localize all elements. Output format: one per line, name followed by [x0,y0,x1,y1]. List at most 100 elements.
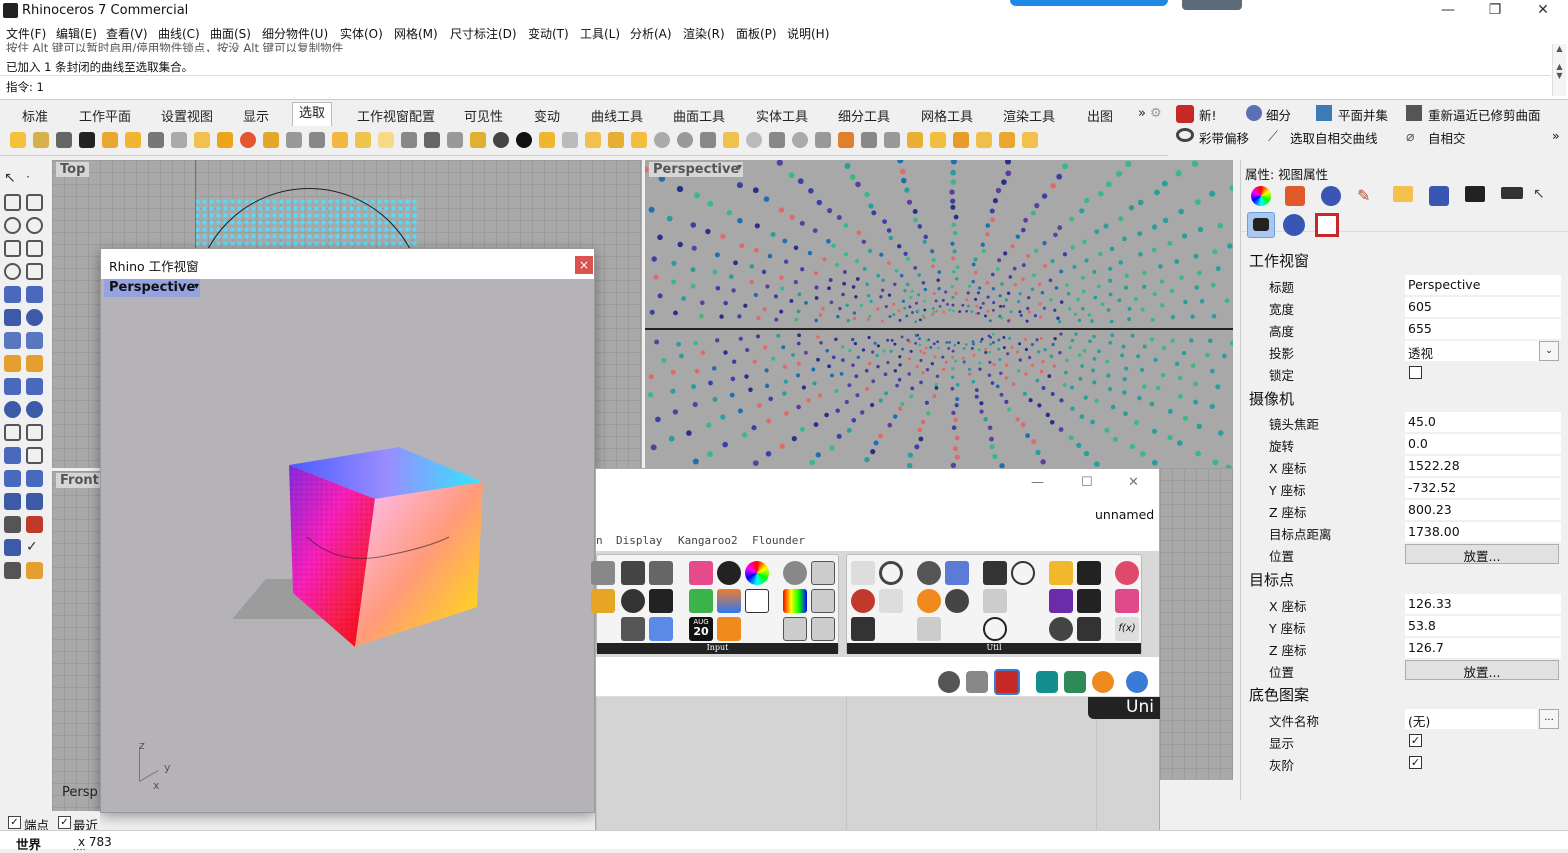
polygon-icon[interactable] [4,263,21,280]
gh-flask-icon[interactable] [1115,589,1139,613]
gear-icon[interactable]: ⚙ [1150,106,1162,121]
projection-select[interactable]: 透视 [1405,341,1541,361]
tab-standard[interactable]: 标准 [22,106,48,125]
gh-search-icon[interactable] [983,617,1007,641]
new-label[interactable]: 新! [1199,105,1217,124]
select-blocks-icon[interactable] [194,132,210,148]
select-pointcloud-icon[interactable] [309,132,325,148]
subd-label[interactable]: 细分 [1266,105,1291,124]
select-hatch-icon[interactable] [378,132,394,148]
menu-help[interactable]: 说明(H) [787,25,829,42]
gh-control-knob-icon[interactable] [783,561,807,585]
self-intersect-label[interactable]: 自相交 [1428,128,1466,147]
circle-icon[interactable] [4,217,21,234]
menu-solid[interactable]: 实体(O) [340,25,383,42]
command-scrollbar[interactable]: ▲ ▲ ▼ [1552,44,1566,96]
view-settings-icon[interactable] [1283,214,1305,236]
tab-surface-tools[interactable]: 曲面工具 [673,106,725,125]
chevron-down-icon[interactable]: ⌄ [1539,341,1559,361]
tabs-more-button[interactable]: » [1138,106,1146,121]
gh-material-preview-icon[interactable] [1036,671,1058,693]
tab-cplanes[interactable]: 工作平面 [79,106,131,125]
rectangle-icon[interactable] [26,240,43,257]
gh-spectrum-icon[interactable] [783,589,807,613]
viewport-width-field[interactable]: 605 [1405,297,1561,317]
gumball-icon[interactable] [26,516,43,533]
gh-xyz-icon[interactable] [811,561,835,585]
select-solids-icon[interactable] [217,132,233,148]
menu-dimension[interactable]: 尺寸标注(D) [450,25,517,42]
loft-icon[interactable] [26,286,43,303]
gh-canvas[interactable] [596,697,1159,848]
gh-spiral-icon[interactable] [1049,617,1073,641]
target-z-field[interactable]: 126.7 [1405,638,1561,658]
object-color-icon[interactable] [1251,186,1271,206]
gh-preview-mode-icon[interactable] [938,671,960,693]
select-lines-icon[interactable] [700,132,716,148]
gh-cherry-icon[interactable] [851,589,875,613]
viewport-height-field[interactable]: 655 [1405,319,1561,339]
select-annotation-icon[interactable] [447,132,463,148]
gh-toggle-icon[interactable] [591,589,615,613]
freeform-icon[interactable] [26,263,43,280]
gh-globe-icon[interactable] [1126,671,1148,693]
gh-graph-icon[interactable] [745,589,769,613]
select-chain-icon[interactable] [148,132,164,148]
osnap-end-checkbox[interactable]: ✓ [8,816,21,829]
camera-place-button[interactable]: 放置... [1405,544,1559,564]
gh-tab-prev[interactable]: n [596,534,603,547]
minimize-button[interactable]: — [1433,2,1463,18]
select-color-icon[interactable] [240,132,256,148]
tab-mesh-tools[interactable]: 网格工具 [921,106,973,125]
gh-tree-icon[interactable] [851,617,875,641]
select-dots-icon[interactable] [286,132,302,148]
gh-arrow-icon[interactable] [983,561,1007,585]
target-place-button[interactable]: 放置... [1405,660,1559,680]
subd-sphere-icon[interactable] [4,401,21,418]
dialog-close-button[interactable]: × [575,256,593,274]
subd-icon[interactable] [1246,105,1262,121]
gh-tab-kangaroo2[interactable]: Kangaroo2 [678,534,738,547]
gh-close-button[interactable]: ✕ [1128,475,1139,490]
explode-icon[interactable] [26,470,43,487]
select-group-icon[interactable] [470,132,486,148]
render-icon[interactable] [26,562,43,579]
select-duplicate-icon[interactable] [493,132,509,148]
gh-swatch-icon[interactable] [689,589,713,613]
ribbon-offset-icon[interactable] [1176,128,1194,142]
gh-tab-flounder[interactable]: Flounder [752,534,805,547]
select-by-layer-icon[interactable] [769,132,785,148]
select-open-icon[interactable] [516,132,532,148]
fillet-curve-icon[interactable] [4,424,21,441]
gh-list-icon[interactable] [649,561,673,585]
camera-tab-icon[interactable] [1247,212,1275,238]
select-dimension-icon[interactable] [401,132,417,148]
gh-vector-icon[interactable] [717,589,741,613]
check-icon[interactable]: ✓ [26,539,43,556]
target-x-field[interactable]: 126.33 [1405,594,1561,614]
gh-glasses-icon[interactable] [851,561,875,585]
front-viewport-label[interactable]: Front [56,473,103,488]
gh-premiere-icon[interactable] [1049,589,1073,613]
menu-mesh[interactable]: 网格(M) [394,25,438,42]
perspective-viewport[interactable]: Perspective ▾ [645,160,1233,468]
menu-analyze[interactable]: 分析(A) [630,25,672,42]
gh-colour-wheel-icon[interactable] [745,561,769,585]
viewport-title-field[interactable]: Perspective [1405,275,1561,295]
gh-preview-icon[interactable] [917,561,941,585]
select-spheres-icon[interactable] [792,132,808,148]
gh-expression-icon[interactable]: f(x) [1115,617,1139,641]
select-all-icon[interactable] [79,132,95,148]
perspective-dropdown-icon[interactable]: ▾ [737,162,742,173]
dialog-viewport-label[interactable]: Perspective [104,279,201,297]
maximize-button[interactable]: ❐ [1480,2,1510,18]
extrude-icon[interactable] [26,332,43,349]
cplane-label[interactable]: 世界 [16,834,41,853]
gh-image-icon[interactable] [811,589,835,613]
gh-calendar-icon[interactable]: AUG 20 [689,617,713,641]
gh-pencil-icon[interactable] [917,617,941,641]
close-button[interactable]: ✕ [1528,2,1558,18]
surface-icon[interactable] [4,286,21,303]
gh-script-icon[interactable] [1077,589,1101,613]
select-self-intersect-label[interactable]: 选取自相交曲线 [1290,128,1378,147]
